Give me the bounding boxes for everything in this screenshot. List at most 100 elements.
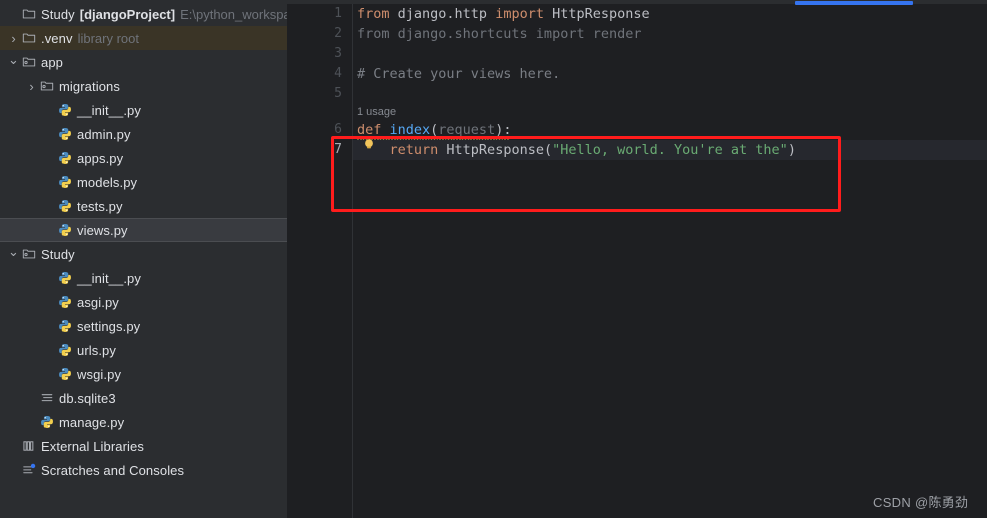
python-file-icon	[56, 270, 73, 286]
python-file-icon	[56, 150, 73, 166]
tree-item---init---py[interactable]: __init__.py	[0, 98, 287, 122]
tree-item-apps-py[interactable]: apps.py	[0, 146, 287, 170]
python-file-icon	[56, 294, 73, 310]
code-editor-panel[interactable]: 12345 67 1 usage from django.http import H…	[287, 0, 987, 518]
project-name-badge: [djangoProject]	[79, 6, 176, 22]
folder-icon	[20, 6, 37, 22]
chevron-right-icon[interactable]: ›	[25, 79, 38, 94]
code-token: HttpResponse	[552, 6, 650, 22]
tree-item-label: models.py	[77, 174, 138, 190]
tree-item-label: tests.py	[77, 198, 123, 214]
tree-item-label: migrations	[59, 78, 120, 94]
code-token: request	[438, 122, 496, 138]
code-token: HttpResponse	[446, 142, 544, 158]
code-token: (	[543, 142, 553, 158]
python-file-icon	[56, 222, 73, 238]
line-number-4[interactable]: 4	[334, 64, 342, 84]
tree-item-label: .venv	[41, 30, 73, 46]
project-tree-panel[interactable]: Study [djangoProject] E:\python_workspa › .v…	[0, 0, 287, 518]
tree-item-label: urls.py	[77, 342, 116, 358]
tree-item-asgi-py[interactable]: asgi.py	[0, 290, 287, 314]
tree-item-manage-py[interactable]: manage.py	[0, 410, 287, 434]
tree-item-suffix: library root	[77, 30, 139, 46]
code-content-area[interactable]: 1 usage from django.http import HttpRespo…	[353, 4, 987, 518]
tree-item-views-py[interactable]: views.py	[0, 218, 287, 242]
tree-item-migrations[interactable]: › migrations	[0, 74, 287, 98]
python-file-icon	[56, 126, 73, 142]
python-file-icon	[56, 198, 73, 214]
tree-item-label: views.py	[77, 222, 128, 238]
tree-item-label: __init__.py	[77, 270, 141, 286]
tree-item-settings-py[interactable]: settings.py	[0, 314, 287, 338]
watermark-text: CSDN @陈勇劲	[873, 495, 969, 510]
tree-item-admin-py[interactable]: admin.py	[0, 122, 287, 146]
tree-item-label: Study	[41, 6, 75, 22]
code-token: return	[389, 142, 447, 158]
code-line-7[interactable]: return HttpResponse("Hello, world. You'r…	[353, 140, 987, 160]
module-folder-icon	[20, 246, 37, 262]
library-icon	[20, 438, 37, 454]
code-token: def	[357, 122, 390, 138]
scratches-icon	[20, 462, 37, 478]
chevron-down-icon[interactable]: ⌄	[7, 244, 20, 260]
code-token: from django.shortcuts import render	[357, 26, 642, 42]
folder-icon	[20, 30, 37, 46]
tree-item-db-sqlite3[interactable]: db.sqlite3	[0, 386, 287, 410]
code-token: index	[389, 122, 431, 138]
tree-item-label: asgi.py	[77, 294, 119, 310]
tree-item-study[interactable]: ⌄ Study	[0, 242, 287, 266]
line-number-6[interactable]: 6	[334, 120, 342, 140]
tree-item-app[interactable]: ⌄ app	[0, 50, 287, 74]
line-number-3[interactable]: 3	[334, 44, 342, 64]
chevron-down-icon[interactable]: ⌄	[7, 52, 20, 68]
module-folder-icon	[20, 54, 37, 70]
python-file-icon	[56, 366, 73, 382]
python-file-icon	[38, 414, 55, 430]
tree-item-models-py[interactable]: models.py	[0, 170, 287, 194]
tree-item-wsgi-py[interactable]: wsgi.py	[0, 362, 287, 386]
chevron-right-icon[interactable]: ›	[7, 31, 20, 46]
tree-item-tests-py[interactable]: tests.py	[0, 194, 287, 218]
error-squiggle	[357, 137, 509, 140]
tree-item-label: Study	[41, 246, 75, 262]
tree-item-label: wsgi.py	[77, 366, 122, 382]
tree-item-study[interactable]: Study [djangoProject] E:\python_workspa	[0, 2, 287, 26]
editor-gutter[interactable]: 12345 67	[287, 4, 352, 518]
python-file-icon	[56, 318, 73, 334]
tree-item-urls-py[interactable]: urls.py	[0, 338, 287, 362]
code-line-2[interactable]: from django.shortcuts import render	[353, 24, 987, 44]
tree-item-external-libraries[interactable]: External Libraries	[0, 434, 287, 458]
python-file-icon	[56, 174, 73, 190]
code-token: import	[495, 6, 553, 22]
tree-item-label: manage.py	[59, 414, 125, 430]
line-number-2[interactable]: 2	[334, 24, 342, 44]
code-token: django.http	[397, 6, 496, 22]
tree-item-scratches-and-consoles[interactable]: Scratches and Consoles	[0, 458, 287, 482]
line-number-7[interactable]: 7	[334, 140, 342, 160]
database-file-icon	[38, 390, 55, 406]
tree-item-label: apps.py	[77, 150, 124, 166]
tree-item-label: db.sqlite3	[59, 390, 116, 406]
lightbulb-icon[interactable]	[363, 138, 375, 151]
tree-item-label: External Libraries	[41, 438, 144, 454]
ide-window: Study [djangoProject] E:\python_workspa › .v…	[0, 0, 987, 518]
code-token: ):	[495, 122, 512, 138]
tree-item-label: app	[41, 54, 63, 70]
tree-item-suffix: E:\python_workspa	[180, 6, 287, 22]
code-line-5[interactable]	[353, 84, 987, 104]
tree-item--venv[interactable]: › .venv library root	[0, 26, 287, 50]
tree-item-label: admin.py	[77, 126, 131, 142]
line-number-5[interactable]: 5	[334, 84, 342, 104]
code-line-4[interactable]: # Create your views here.	[353, 64, 987, 84]
tree-item-label: settings.py	[77, 318, 141, 334]
usage-inlay-hint[interactable]: 1 usage	[353, 104, 396, 120]
module-folder-icon	[38, 78, 55, 94]
tree-item-label: Scratches and Consoles	[41, 462, 185, 478]
code-line-1[interactable]: from django.http import HttpResponse	[353, 4, 987, 24]
python-file-icon	[56, 102, 73, 118]
tree-item---init---py[interactable]: __init__.py	[0, 266, 287, 290]
line-number-1[interactable]: 1	[334, 4, 342, 24]
code-token: )	[787, 142, 796, 158]
code-line-3[interactable]	[353, 44, 987, 64]
tree-item-label: __init__.py	[77, 102, 141, 118]
